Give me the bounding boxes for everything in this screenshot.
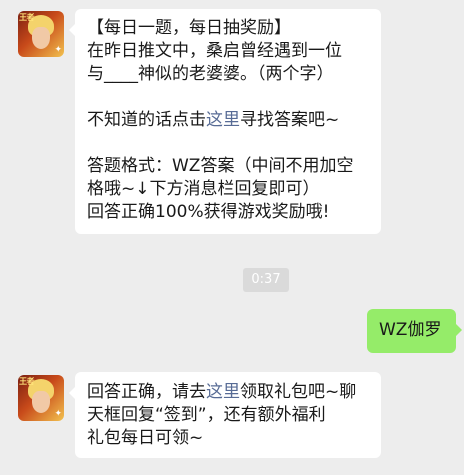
avatar-logo: 王者 bbox=[19, 377, 35, 386]
message-text-line: 回答正确100%获得游戏奖励哦! bbox=[87, 202, 330, 222]
message-text-line: 与____神似的老婆婆。（两个字） bbox=[87, 64, 334, 84]
answer-link[interactable]: 这里 bbox=[206, 110, 240, 130]
sparkle-icon: ✦ bbox=[54, 409, 62, 419]
sender-avatar[interactable]: 王者 ✦ bbox=[18, 11, 64, 57]
message-text-line: 格哦~↓下方消息栏回复即可） bbox=[87, 179, 320, 199]
incoming-message-bubble[interactable]: 回答正确，请去这里领取礼包吧~聊 天框回复“签到”，还有额外福利 礼包每日可领~ bbox=[69, 372, 381, 458]
message-spacer bbox=[87, 132, 371, 155]
reply-text: WZ伽罗 bbox=[379, 320, 442, 340]
message-text-line: 天框回复“签到”，还有额外福利 bbox=[87, 405, 326, 425]
outgoing-message-bubble[interactable]: WZ伽罗 bbox=[367, 309, 462, 353]
gift-link[interactable]: 这里 bbox=[206, 382, 240, 402]
message-spacer bbox=[87, 86, 371, 109]
message-text-line: 在昨日推文中，桑启曾经遇到一位 bbox=[87, 41, 342, 61]
message-text-line: 礼包每日可领~ bbox=[87, 428, 204, 448]
message-text-line: 答题格式：WZ答案（中间不用加空 bbox=[87, 156, 354, 176]
incoming-message-bubble[interactable]: 【每日一题，每日抽奖励】 在昨日推文中，桑启曾经遇到一位 与____神似的老婆婆… bbox=[69, 9, 381, 234]
sender-avatar[interactable]: 王者 ✦ bbox=[18, 375, 64, 421]
message-text: 不知道的话点击 bbox=[87, 110, 206, 130]
avatar-face bbox=[32, 27, 50, 49]
message-text-line: 不知道的话点击这里寻找答案吧~ bbox=[87, 109, 371, 132]
message-text: 领取礼包吧~聊 bbox=[240, 382, 357, 402]
message-timestamp: 0:37 bbox=[243, 268, 289, 292]
avatar-face bbox=[32, 391, 50, 413]
message-text-line: 【每日一题，每日抽奖励】 bbox=[87, 18, 291, 38]
message-text-line: 回答正确，请去这里领取礼包吧~聊 bbox=[87, 381, 371, 404]
message-text: 寻找答案吧~ bbox=[240, 110, 340, 130]
avatar-logo: 王者 bbox=[19, 13, 35, 22]
sparkle-icon: ✦ bbox=[54, 45, 62, 55]
message-text: 回答正确，请去 bbox=[87, 382, 206, 402]
